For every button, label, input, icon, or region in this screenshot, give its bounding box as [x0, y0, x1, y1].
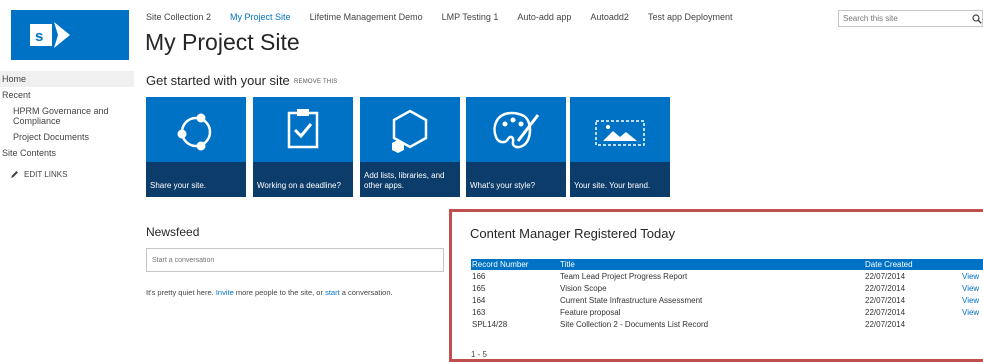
- newsfeed-empty-message: It's pretty quiet here. Invite more peop…: [146, 288, 393, 297]
- tile-label: Add lists, libraries, and other apps.: [364, 171, 445, 190]
- sharepoint-logo[interactable]: s: [11, 10, 129, 60]
- cell-date-created: 22/07/2014: [865, 307, 906, 317]
- svg-text:s: s: [35, 28, 43, 45]
- topnav-item-site-collection-2[interactable]: Site Collection 2: [146, 12, 211, 22]
- table-row: 163 Feature proposal 22/07/2014 View: [471, 306, 983, 318]
- hexagon-apps-icon: [392, 109, 428, 153]
- tile-band: [570, 162, 670, 197]
- page-title: My Project Site: [145, 29, 300, 55]
- table-row: 164 Current State Infrastructure Assessm…: [471, 294, 983, 306]
- tile-working-deadline[interactable]: Working on a deadline?: [253, 97, 353, 197]
- view-link: [961, 318, 983, 330]
- sidebar-item-recent[interactable]: Recent: [0, 87, 134, 103]
- pagination-info: 1 - 5: [471, 350, 488, 359]
- tile-band: [466, 162, 566, 197]
- cell-record-number: SPL14/28: [472, 319, 508, 329]
- edit-links-label: EDIT LINKS: [24, 170, 68, 179]
- get-started-title: Get started with your site: [146, 73, 290, 88]
- share-icon: [177, 113, 212, 151]
- cell-title: Current State Infrastructure Assessment: [560, 295, 703, 305]
- tile-band: [146, 162, 246, 197]
- topnav-item-auto-add-app[interactable]: Auto-add app: [517, 12, 571, 22]
- column-header-action: [961, 259, 983, 270]
- search-input[interactable]: [838, 10, 983, 27]
- quick-launch: Home Recent HPRM Governance and Complian…: [0, 71, 134, 179]
- search-icon[interactable]: [972, 11, 982, 29]
- sharepoint-icon: s: [30, 22, 70, 48]
- sidebar-item-home[interactable]: Home: [0, 71, 134, 87]
- cell-title: Vision Scope: [560, 283, 607, 293]
- tile-whats-your-style[interactable]: What's your style?: [466, 97, 566, 197]
- invite-link[interactable]: Invite: [216, 288, 234, 297]
- newsfeed-text: a conversation.: [339, 288, 393, 297]
- view-link[interactable]: View: [961, 306, 983, 318]
- view-link[interactable]: View: [961, 282, 983, 294]
- image-brand-icon: [595, 120, 645, 146]
- tile-label: Your site. Your brand.: [574, 181, 651, 190]
- cell-record-number: 166: [472, 271, 486, 281]
- tile-your-brand[interactable]: Your site. Your brand.: [570, 97, 670, 197]
- tile-label: What's your style?: [470, 181, 536, 190]
- records-table: Record Number Title Date Created 166 Tea…: [471, 259, 983, 330]
- cell-record-number: 165: [472, 283, 486, 293]
- tile-band: [253, 162, 353, 197]
- start-conversation-input[interactable]: [146, 248, 444, 272]
- tile-label: Share your site.: [150, 181, 207, 190]
- cell-date-created: 22/07/2014: [865, 295, 906, 305]
- view-link[interactable]: View: [961, 270, 983, 282]
- table-row: SPL14/28 Site Collection 2 - Documents L…: [471, 318, 983, 330]
- cell-title: Feature proposal: [560, 307, 621, 317]
- cell-date-created: 22/07/2014: [865, 283, 906, 293]
- topnav-item-lifetime-management-demo[interactable]: Lifetime Management Demo: [310, 12, 423, 22]
- sidebar-item-project-documents[interactable]: Project Documents: [0, 129, 134, 145]
- topnav-item-my-project-site[interactable]: My Project Site: [230, 12, 291, 22]
- pencil-icon: [11, 171, 18, 178]
- newsfeed-text: more people to the site, or: [233, 288, 326, 297]
- cell-title: Team Lead Project Progress Report: [560, 271, 688, 281]
- top-navigation: Site Collection 2 My Project Site Lifeti…: [146, 12, 751, 22]
- cell-record-number: 164: [472, 295, 486, 305]
- newsfeed-title: Newsfeed: [146, 225, 200, 239]
- table-row: 166 Team Lead Project Progress Report 22…: [471, 270, 983, 282]
- tile-add-apps[interactable]: Add lists, libraries, and other apps.: [360, 97, 460, 197]
- cell-date-created: 22/07/2014: [865, 319, 906, 329]
- topnav-item-test-app-deployment[interactable]: Test app Deployment: [648, 12, 733, 22]
- newsfeed-text: It's pretty quiet here.: [146, 288, 216, 297]
- sidebar-item-hprm-governance[interactable]: HPRM Governance and Compliance: [0, 103, 134, 129]
- content-manager-title: Content Manager Registered Today: [470, 226, 675, 241]
- topnav-item-autoadd2[interactable]: Autoadd2: [590, 12, 629, 22]
- palette-icon: [493, 111, 540, 149]
- cell-title: Site Collection 2 - Documents List Recor…: [560, 319, 709, 329]
- edit-links-button[interactable]: EDIT LINKS: [0, 161, 134, 179]
- sidebar-item-site-contents[interactable]: Site Contents: [0, 145, 134, 161]
- tile-label: Working on a deadline?: [257, 181, 341, 190]
- table-header-row: Record Number Title Date Created: [471, 259, 983, 270]
- cell-date-created: 22/07/2014: [865, 271, 906, 281]
- tile-share-site[interactable]: Share your site.: [146, 97, 246, 197]
- cell-record-number: 163: [472, 307, 486, 317]
- view-link[interactable]: View: [961, 294, 983, 306]
- clipboard-check-icon: [287, 109, 319, 149]
- column-header-date-created[interactable]: Date Created: [864, 259, 961, 270]
- table-row: 165 Vision Scope 22/07/2014 View: [471, 282, 983, 294]
- remove-this-link[interactable]: REMOVE THIS: [294, 79, 337, 85]
- topnav-item-lmp-testing-1[interactable]: LMP Testing 1: [442, 12, 499, 22]
- column-header-record-number[interactable]: Record Number: [471, 259, 559, 270]
- column-header-title[interactable]: Title: [559, 259, 864, 270]
- start-link[interactable]: start: [325, 288, 340, 297]
